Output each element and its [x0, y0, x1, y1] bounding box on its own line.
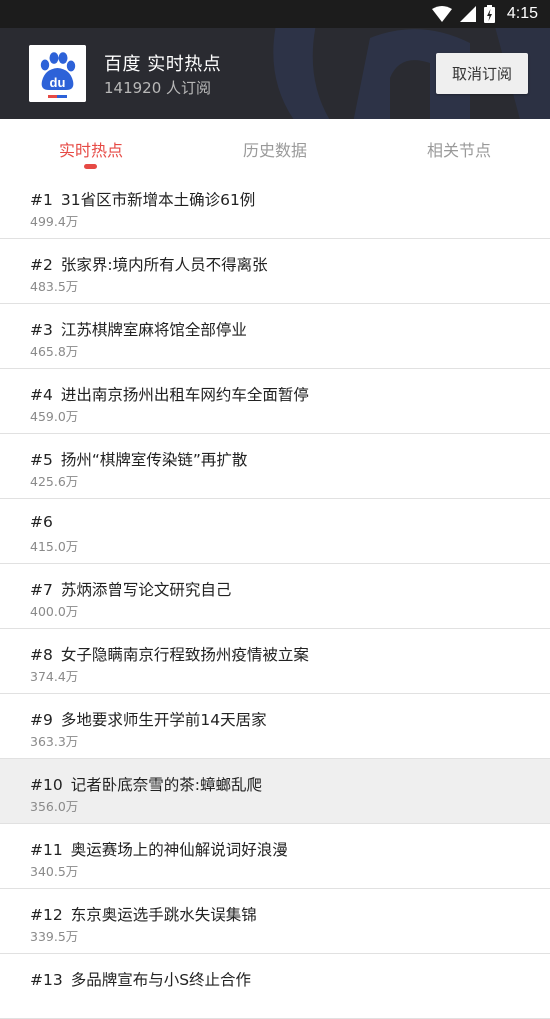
item-rank: #10 — [30, 776, 63, 794]
item-rank: #4 — [30, 386, 53, 404]
item-title: #10 记者卧底奈雪的茶:蟑螂乱爬 — [30, 773, 262, 795]
item-rank: #8 — [30, 646, 53, 664]
item-title: #7 苏炳添曾写论文研究自己 — [30, 578, 231, 600]
item-title-text: 苏炳添曾写论文研究自己 — [60, 581, 232, 599]
item-rank: #1 — [30, 191, 53, 209]
subscriber-count: 141920 人订阅 — [104, 79, 212, 97]
item-rank: #11 — [30, 841, 63, 859]
item-title-text: 张家界:境内所有人员不得离张 — [60, 256, 268, 274]
wifi-icon — [431, 6, 452, 22]
item-title: #6 — [30, 513, 61, 531]
item-rank: #2 — [30, 256, 53, 274]
item-title: #13 多品牌宣布与小S终止合作 — [30, 968, 251, 990]
item-heat: 374.4万 — [30, 669, 79, 684]
item-title: #4 进出南京扬州出租车网约车全面暂停 — [30, 383, 309, 405]
item-heat: 499.4万 — [30, 214, 79, 229]
item-title-text: 奥运赛场上的神仙解说词好浪漫 — [70, 841, 288, 859]
list-item[interactable]: #8 女子隐瞒南京行程致扬州疫情被立案 374.4万 — [0, 629, 550, 694]
item-rank: #12 — [30, 906, 63, 924]
item-heat: 425.6万 — [30, 474, 79, 489]
item-heat: 465.8万 — [30, 344, 79, 359]
baidu-logo-icon: du — [29, 45, 86, 102]
battery-icon — [483, 5, 495, 23]
svg-text:du: du — [50, 75, 66, 90]
item-heat: 339.5万 — [30, 929, 79, 944]
list-item[interactable]: #2 张家界:境内所有人员不得离张 483.5万 — [0, 239, 550, 304]
item-title: #9 多地要求师生开学前14天居家 — [30, 708, 267, 730]
item-title: #1 31省区市新增本土确诊61例 — [30, 188, 255, 210]
item-title-text: 扬州“棋牌室传染链”再扩散 — [60, 451, 248, 469]
item-heat: 459.0万 — [30, 409, 79, 424]
item-title-text: 31省区市新增本土确诊61例 — [60, 191, 256, 209]
item-title-text: 东京奥运选手跳水失误集锦 — [70, 906, 257, 924]
list-item[interactable]: #5 扬州“棋牌室传染链”再扩散 425.6万 — [0, 434, 550, 499]
item-heat: 340.5万 — [30, 864, 79, 879]
item-title: #8 女子隐瞒南京行程致扬州疫情被立案 — [30, 643, 309, 665]
item-heat: 400.0万 — [30, 604, 79, 619]
item-heat: 356.0万 — [30, 799, 79, 814]
item-title-text: 女子隐瞒南京行程致扬州疫情被立案 — [60, 646, 309, 664]
item-heat: 415.0万 — [30, 539, 79, 554]
hot-topics-list: #1 31省区市新增本土确诊61例 499.4万 #2 张家界:境内所有人员不得离张… — [0, 174, 550, 1019]
item-heat: 483.5万 — [30, 279, 79, 294]
item-rank: #6 — [30, 513, 53, 531]
list-item[interactable]: #7 苏炳添曾写论文研究自己 400.0万 — [0, 564, 550, 629]
list-item[interactable]: #4 进出南京扬州出租车网约车全面暂停 459.0万 — [0, 369, 550, 434]
channel-header: du 百度 实时热点 141920 人订阅 取消订阅 — [0, 28, 550, 119]
list-item[interactable]: #6 415.0万 — [0, 499, 550, 564]
list-item[interactable]: #9 多地要求师生开学前14天居家 363.3万 — [0, 694, 550, 759]
item-title: #11 奥运赛场上的神仙解说词好浪漫 — [30, 838, 288, 860]
item-title: #3 江苏棋牌室麻将馆全部停业 — [30, 318, 247, 340]
status-bar: 4:15 — [0, 0, 550, 28]
item-title-text: 多地要求师生开学前14天居家 — [60, 711, 267, 729]
item-title-text: 多品牌宣布与小S终止合作 — [70, 971, 252, 989]
signal-icon — [459, 6, 476, 22]
tab-related-nodes[interactable]: 相关节点 — [427, 137, 491, 161]
active-tab-indicator — [84, 164, 97, 169]
item-title: #5 扬州“棋牌室传染链”再扩散 — [30, 448, 247, 470]
item-rank: #13 — [30, 971, 63, 989]
list-item[interactable]: #11 奥运赛场上的神仙解说词好浪漫 340.5万 — [0, 824, 550, 889]
item-rank: #3 — [30, 321, 53, 339]
status-time: 4:15 — [506, 5, 538, 22]
item-rank: #9 — [30, 711, 53, 729]
item-title-text: 记者卧底奈雪的茶:蟑螂乱爬 — [70, 776, 262, 794]
item-rank: #7 — [30, 581, 53, 599]
tab-history-data[interactable]: 历史数据 — [243, 137, 307, 161]
list-item[interactable]: #1 31省区市新增本土确诊61例 499.4万 — [0, 174, 550, 239]
list-item[interactable]: #12 东京奥运选手跳水失误集锦 339.5万 — [0, 889, 550, 954]
channel-title: 百度 实时热点 — [104, 54, 222, 75]
item-title: #2 张家界:境内所有人员不得离张 — [30, 253, 268, 275]
tab-bar: 实时热点 历史数据 相关节点 — [0, 119, 550, 174]
unsubscribe-button[interactable]: 取消订阅 — [436, 53, 528, 94]
list-item[interactable]: #13 多品牌宣布与小S终止合作 — [0, 954, 550, 1019]
list-item[interactable]: #10 记者卧底奈雪的茶:蟑螂乱爬 356.0万 — [0, 759, 550, 824]
item-title: #12 东京奥运选手跳水失误集锦 — [30, 903, 257, 925]
list-item[interactable]: #3 江苏棋牌室麻将馆全部停业 465.8万 — [0, 304, 550, 369]
item-heat: 363.3万 — [30, 734, 79, 749]
tab-realtime-hot[interactable]: 实时热点 — [59, 137, 123, 161]
item-title-text: 江苏棋牌室麻将馆全部停业 — [60, 321, 247, 339]
item-rank: #5 — [30, 451, 53, 469]
item-title-text: 进出南京扬州出租车网约车全面暂停 — [60, 386, 309, 404]
